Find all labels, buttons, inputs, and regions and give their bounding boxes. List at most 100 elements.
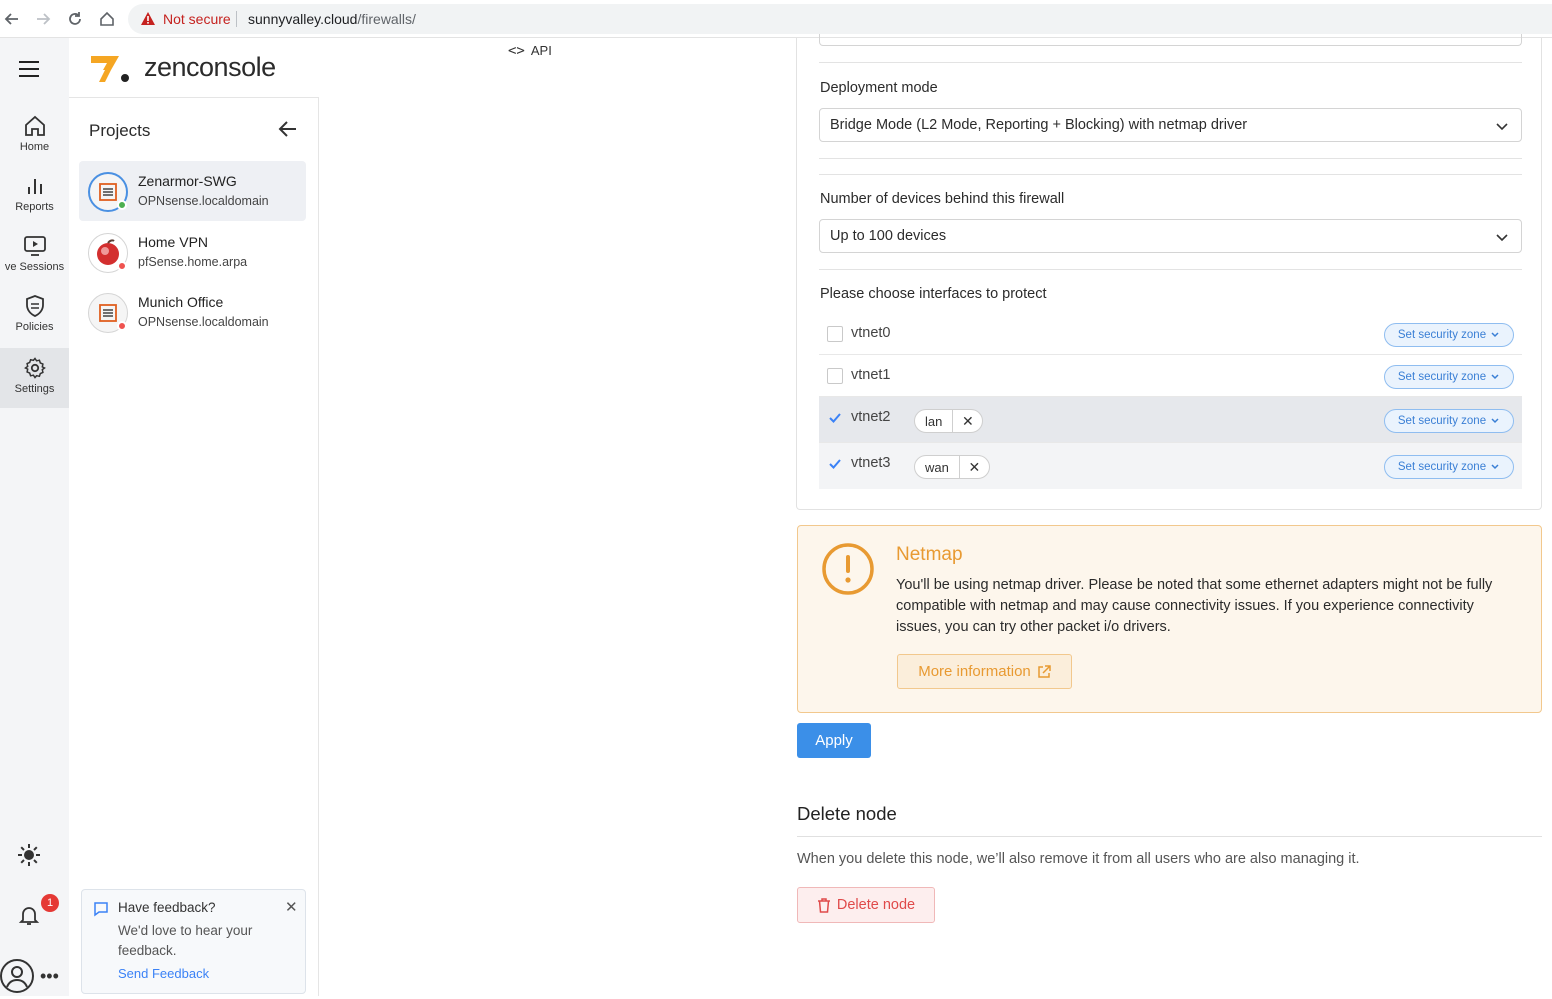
projects-panel: Projects Zenarmor-SWG OPNsense.localdoma… [69,98,319,996]
user-icon [0,959,34,993]
devices-value: Up to 100 devices [830,228,947,244]
devices-select[interactable]: Up to 100 devices [819,219,1522,253]
theme-toggle[interactable] [17,843,41,872]
delete-node-label: Delete node [836,897,916,913]
url-separator [236,11,237,27]
set-security-zone-button[interactable]: Set security zone [1384,365,1514,389]
netmap-alert: Netmap You'll be using netmap driver. Pl… [797,525,1542,713]
project-item-munich-office[interactable]: Munich Office OPNsense.localdomain [79,282,306,342]
alert-body: You'll be using netmap driver. Please be… [896,577,1493,635]
interface-tag-wan: wan ✕ [914,455,990,479]
remove-tag-icon[interactable]: ✕ [952,410,982,432]
status-online-dot [117,200,127,210]
browser-toolbar: Not secure sunnyvalley.cloud/firewalls/ [0,0,1552,38]
interface-row-vtnet0: vtnet0 Set security zone [819,313,1522,355]
interface-checkbox-checked[interactable] [827,410,843,426]
interface-name: vtnet2 [851,409,891,425]
url-text[interactable]: sunnyvalley.cloud/firewalls/ [248,11,416,27]
project-name: Munich Office [138,294,224,310]
divider [797,836,1542,837]
tag-label: lan [925,413,943,429]
tag-label: wan [925,459,949,475]
interface-row-vtnet2: vtnet2 lan ✕ Set security zone [819,397,1522,443]
interface-name: vtnet3 [851,455,891,471]
address-bar[interactable]: Not secure sunnyvalley.cloud/firewalls/ [128,4,1552,34]
forward-icon[interactable] [33,9,53,29]
not-secure-label: Not secure [163,11,231,27]
apply-button[interactable]: Apply [797,723,871,758]
delete-node-button[interactable]: Delete node [797,887,935,923]
zone-button-label: Set security zone [1397,329,1487,341]
shield-icon [25,295,44,317]
rail-policies[interactable]: Policies [0,286,69,344]
notification-badge: 1 [41,894,59,912]
more-information-label: More information [918,663,1031,680]
opnsense-icon [99,304,117,322]
project-name: Zenarmor-SWG [138,173,237,189]
external-link-icon [1038,664,1051,678]
send-feedback-link[interactable]: Send Feedback [118,966,209,981]
chevron-down-icon [1495,119,1509,137]
delete-node-title: Delete node [797,803,897,824]
deployment-mode-value: Bridge Mode (L2 Mode, Reporting + Blocki… [830,117,1248,133]
feedback-title: Have feedback? [118,900,216,915]
set-security-zone-button[interactable]: Set security zone [1384,323,1514,347]
deployment-mode-select[interactable]: Bridge Mode (L2 Mode, Reporting + Blocki… [819,108,1522,142]
trash-icon [817,897,830,913]
zone-button-label: Set security zone [1397,371,1487,383]
zone-button-label: Set security zone [1397,415,1487,427]
more-options-icon[interactable]: ••• [40,966,59,987]
project-item-zenarmor-swg[interactable]: Zenarmor-SWG OPNsense.localdomain [79,161,306,221]
divider [819,62,1522,63]
rail-policies-label: Policies [15,321,54,333]
collapse-panel-button[interactable] [278,120,298,143]
status-offline-dot [117,321,127,331]
menu-toggle[interactable] [18,60,40,83]
back-icon[interactable] [2,9,22,29]
chat-bubble-icon [93,901,109,922]
project-name: Home VPN [138,234,209,250]
delete-node-description: When you delete this node, we’ll also re… [797,851,1360,867]
chevron-down-icon [1491,418,1499,424]
rail-reports[interactable]: Reports [0,166,69,224]
home-browser-icon[interactable] [97,9,117,29]
hamburger-icon [19,61,39,77]
set-security-zone-button[interactable]: Set security zone [1384,409,1514,433]
rail-live-sessions[interactable]: ve Sessions [0,226,69,284]
remove-tag-icon[interactable]: ✕ [958,456,989,478]
home-icon [24,115,45,136]
sun-icon [18,844,40,866]
api-link[interactable]: <> API [508,43,552,59]
project-host: OPNsense.localdomain [138,194,269,208]
user-avatar[interactable] [0,958,36,999]
bar-chart-icon [27,179,42,194]
rail-settings[interactable]: Settings [0,348,69,408]
chevron-down-icon [1491,332,1499,338]
projects-title: Projects [89,121,151,140]
interface-checkbox-checked[interactable] [827,456,843,472]
project-host: OPNsense.localdomain [138,315,269,329]
previous-field-edge [819,34,1522,46]
zone-button-label: Set security zone [1397,461,1487,473]
reload-icon[interactable] [65,9,85,29]
close-icon[interactable]: ✕ [285,898,298,916]
interface-checkbox[interactable] [827,368,843,384]
logo-text: zenconsole [144,52,276,82]
zenconsole-logo-icon [89,54,131,89]
more-information-button[interactable]: More information [897,654,1072,689]
deployment-mode-label: Deployment mode [820,80,938,96]
chevron-down-icon [1495,230,1509,248]
project-item-home-vpn[interactable]: Home VPN pfSense.home.arpa [79,222,306,282]
notifications-button[interactable] [17,903,41,932]
url-path: /firewalls/ [357,11,416,27]
play-screen-icon [23,236,46,256]
rail-home[interactable]: Home [0,106,69,164]
interface-checkbox[interactable] [827,326,843,342]
divider [819,158,1522,159]
chevron-down-icon [1491,464,1499,470]
set-security-zone-button[interactable]: Set security zone [1384,455,1514,479]
rail-settings-label: Settings [14,383,55,395]
opnsense-icon [99,183,117,201]
feedback-card: Have feedback? We'd love to hear your fe… [81,889,306,994]
interfaces-label: Please choose interfaces to protect [820,286,1047,302]
